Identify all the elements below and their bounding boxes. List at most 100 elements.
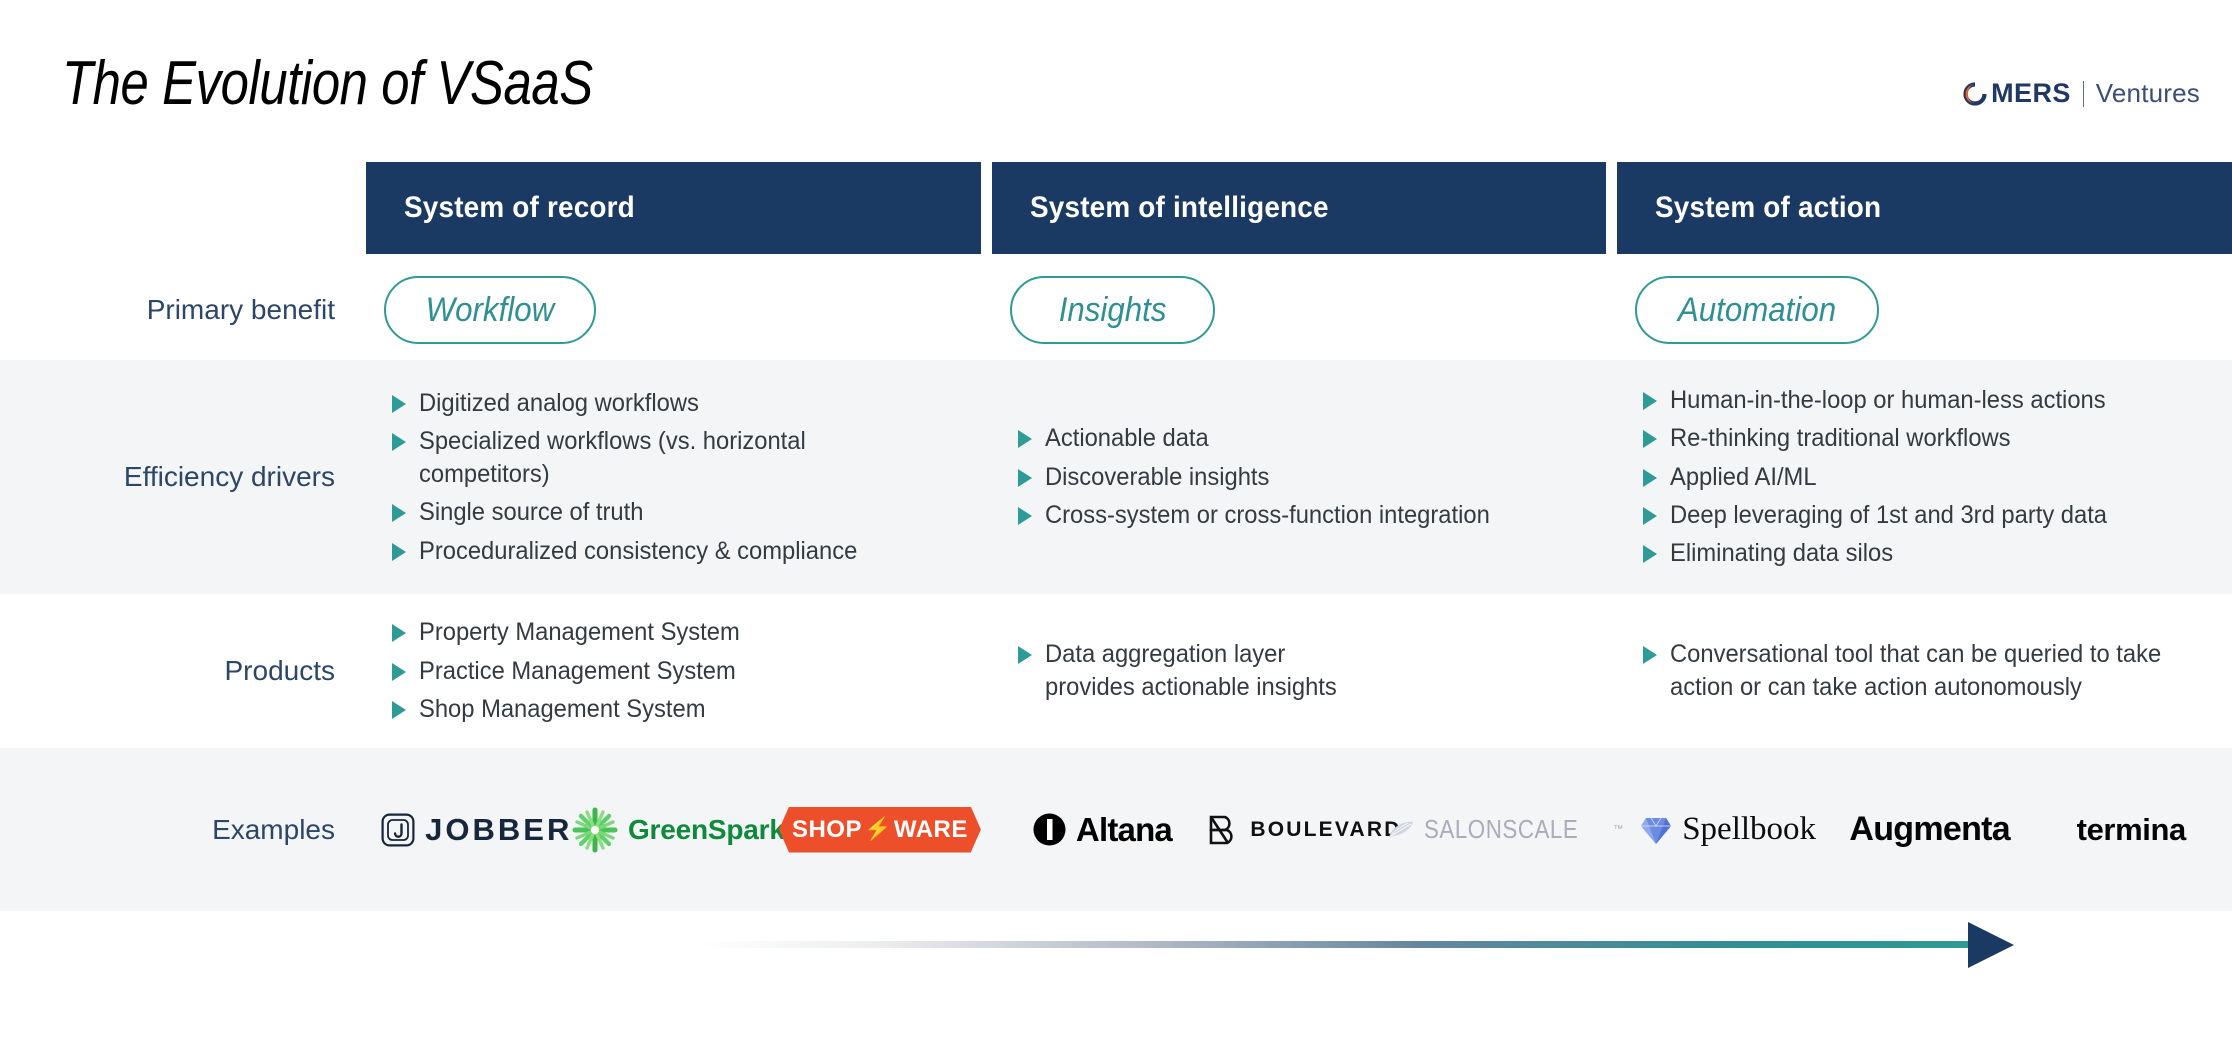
spellbook-wordmark: Spellbook [1682,811,1817,847]
list-item: Cross-system or cross-function integrati… [1017,499,1581,532]
list-item-text: Discoverable insights [1044,462,1270,491]
greenspark-wordmark: GreenSpark [627,813,785,845]
list-item: Conversational tool that can be queried … [1643,638,2206,705]
header-bar-system-of-action: System of action [1617,162,2232,254]
list-item: Applied AI/ML [1643,461,2206,494]
page-title: The Evolution of VSaaS [62,49,593,118]
omers-ventures-logo: MERS Ventures [1960,78,2200,109]
row-label-efficiency-drivers: Efficiency drivers [123,461,335,493]
column-header-2: System of intelligence [991,162,1607,260]
examples-cell-1: JOBBER GreenSpark SHOP ⚡ WARE [366,748,981,911]
triangle-bullet-icon [392,394,406,413]
augmenta-logo: Augmenta [1849,810,2010,848]
logo-slot: JOBBER [376,812,578,848]
omers-wordmark: MERS [1991,78,2071,108]
benefit-pill-insights: Insights [1009,276,1215,344]
omers-o-icon [1960,79,1990,109]
shopware-word-shop: SHOP [791,815,862,843]
slide-header: The Evolution of VSaaS MERS Ventures [0,0,2232,160]
jobber-wordmark: JOBBER [425,811,573,847]
salonscale-logo: SALONSCALE ™ [1388,814,1623,845]
column-headers-row: System of record System of intelligence … [0,162,2232,260]
bullet-list: Digitized analog workflows Specialized w… [366,360,981,594]
header-bar-label: System of action [1655,191,1882,224]
logo-slot: BOULEVARD [1203,813,1405,847]
list-item-text: Property Management System [419,618,740,647]
bullet-list: Human-in-the-loop or human-less actions … [1617,360,2232,594]
altana-logo: Altana [1033,810,1173,849]
arrow-head-icon [1968,922,2014,968]
logo-slot: Altana [1002,811,1204,849]
drivers-cell-1: Digitized analog workflows Specialized w… [366,360,981,594]
list-item: Proceduralized consistency & compliance [392,535,955,568]
comparison-grid: System of record System of intelligence … [0,162,2232,911]
products-cell-1: Property Management System Practice Mana… [366,594,981,748]
list-item-text: Digitized analog workflows [419,388,699,417]
row-primary-benefit: Primary benefit Workflow Insights Automa… [0,260,2232,360]
list-item-text: Actionable data [1044,424,1209,453]
benefit-cell-1: Workflow [366,276,981,344]
triangle-bullet-icon [1643,468,1658,487]
triangle-bullet-icon [1643,545,1658,563]
boulevard-mark-icon [1210,815,1234,844]
row-label-examples: Examples [212,813,335,845]
logo-slot: Spellbook [1627,811,1829,848]
logo-slot: Augmenta [1829,810,2031,849]
bullet-list: Actionable data Discoverable insights Cr… [992,360,1607,594]
examples-cell-2: Altana BOULEVARD SALONSCALE ™ [992,748,1623,911]
row-label-primary-benefit: Primary benefit [146,294,335,325]
row-efficiency-drivers: Efficiency drivers Digitized analog work… [0,360,2232,595]
list-item: Re-thinking traditional workflows [1643,422,2206,455]
row-label-products: Products [224,655,336,687]
benefit-pill-automation: Automation [1635,276,1880,344]
list-item-text: Data aggregation layer provides actionab… [1044,639,1337,702]
row-products: Products Property Management System Prac… [0,594,2232,748]
list-item-text: Proceduralized consistency & compliance [419,536,858,565]
arrow-shaft [700,941,1980,948]
greenspark-starburst-icon [572,807,618,852]
triangle-bullet-icon [392,504,406,523]
logo-slot: SHOP ⚡ WARE [778,806,981,853]
spellbook-logo: Spellbook [1640,811,1816,848]
list-item: Single source of truth [392,496,955,529]
boulevard-logo: BOULEVARD [1206,813,1401,847]
drivers-cell-2: Actionable data Discoverable insights Cr… [992,360,1607,594]
logo-row: JOBBER GreenSpark SHOP ⚡ WARE [366,748,981,911]
altana-wordmark: Altana [1075,810,1173,848]
list-item: Specialized workflows (vs. horizontal co… [392,425,955,492]
logo-row: Spellbook Augmenta termina [1617,748,2232,911]
triangle-bullet-icon [1643,430,1658,449]
list-item-text: Eliminating data silos [1670,539,1894,567]
list-item-text: Human-in-the-loop or human-less actions [1670,386,2106,414]
benefit-pill-workflow: Workflow [384,276,596,344]
benefit-pill-label: Insights [1058,290,1167,329]
triangle-bullet-icon [1017,468,1032,487]
drivers-cell-3: Human-in-the-loop or human-less actions … [1617,360,2232,594]
lightning-bolt-icon: ⚡ [863,815,892,841]
list-item: Shop Management System [392,693,955,726]
evolution-arrow [700,920,2030,970]
logo-divider [2082,80,2084,107]
triangle-bullet-icon [1643,392,1658,410]
list-item-text: Deep leveraging of 1st and 3rd party dat… [1670,500,2108,529]
triangle-bullet-icon [1017,645,1032,664]
header-bar-system-of-record: System of record [366,162,981,254]
header-bar-system-of-intelligence: System of intelligence [991,162,1607,254]
list-item: Actionable data [1017,422,1581,455]
list-item: Digitized analog workflows [392,387,955,420]
shopware-word-ware: WARE [893,815,968,843]
bullet-list: Property Management System Practice Mana… [366,594,981,748]
triangle-bullet-icon [1017,506,1032,525]
list-item-text: Re-thinking traditional workflows [1670,424,2011,453]
header-bar-label: System of intelligence [1029,191,1329,224]
list-item: Practice Management System [392,655,955,688]
header-bar-label: System of record [404,191,635,224]
triangle-bullet-icon [392,662,406,681]
triangle-bullet-icon [392,432,406,451]
list-item: Data aggregation layer provides actionab… [1017,638,1581,705]
logo-slot: SALONSCALE ™ [1388,814,1623,845]
list-item-text: Shop Management System [419,694,706,723]
jobber-mark-icon [381,813,415,846]
bullet-list: Conversational tool that can be queried … [1617,594,2232,748]
list-item-text: Conversational tool that can be queried … [1670,639,2162,702]
